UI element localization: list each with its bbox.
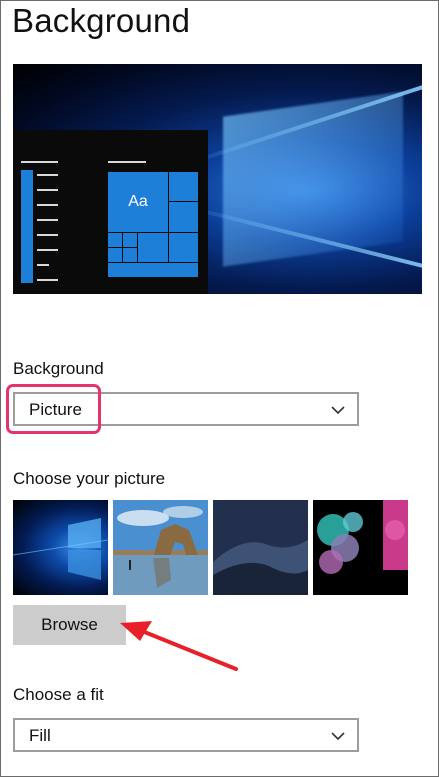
start-menu-list-line (37, 264, 49, 266)
start-menu-sidebar (21, 170, 33, 283)
preview-start-menu: Aa (13, 130, 208, 294)
start-menu-list-line (37, 174, 58, 176)
chevron-down-icon (331, 732, 345, 741)
page-title: Background (12, 2, 191, 39)
choose-fit-label: Choose a fit (13, 685, 104, 704)
fit-dropdown-value: Fill (29, 726, 51, 745)
preview-tile (168, 232, 199, 263)
start-menu-list-line (37, 234, 58, 236)
preview-tile (107, 247, 123, 263)
preview-tile (122, 232, 138, 248)
preview-tile (168, 201, 199, 233)
background-label: Background (13, 359, 104, 378)
picture-thumbnail[interactable] (13, 500, 108, 595)
start-menu-list-line (37, 189, 58, 191)
tiles-header-line (108, 161, 146, 163)
background-preview: Aa (13, 64, 422, 294)
choose-picture-label: Choose your picture (13, 469, 166, 488)
desert-dunes-image (213, 500, 308, 595)
start-menu-list-line (37, 279, 58, 281)
windows-hero-image (13, 518, 108, 580)
start-menu-list-line (37, 204, 58, 206)
preview-tile (168, 171, 199, 202)
preview-tile (137, 232, 169, 263)
beach-arch-image (113, 500, 208, 595)
chevron-down-icon (331, 406, 345, 415)
preview-tile (107, 232, 123, 248)
start-menu-list-line (37, 219, 58, 221)
picture-thumbnail[interactable] (113, 500, 208, 595)
ink-clouds-image (313, 500, 408, 595)
start-menu-list-line (37, 249, 58, 251)
fit-dropdown[interactable]: Fill (13, 718, 359, 752)
start-menu-header-line (21, 161, 58, 163)
picture-thumbnail[interactable] (213, 500, 308, 595)
preview-tile (107, 262, 199, 278)
annotation-highlight-box (6, 384, 101, 434)
annotation-arrow-icon (120, 621, 238, 671)
preview-tile-large: Aa (107, 171, 169, 233)
browse-button[interactable]: Browse (13, 605, 126, 645)
preview-tile-label: Aa (128, 193, 148, 210)
preview-tile (122, 247, 138, 263)
picture-thumbnail[interactable] (313, 500, 408, 595)
